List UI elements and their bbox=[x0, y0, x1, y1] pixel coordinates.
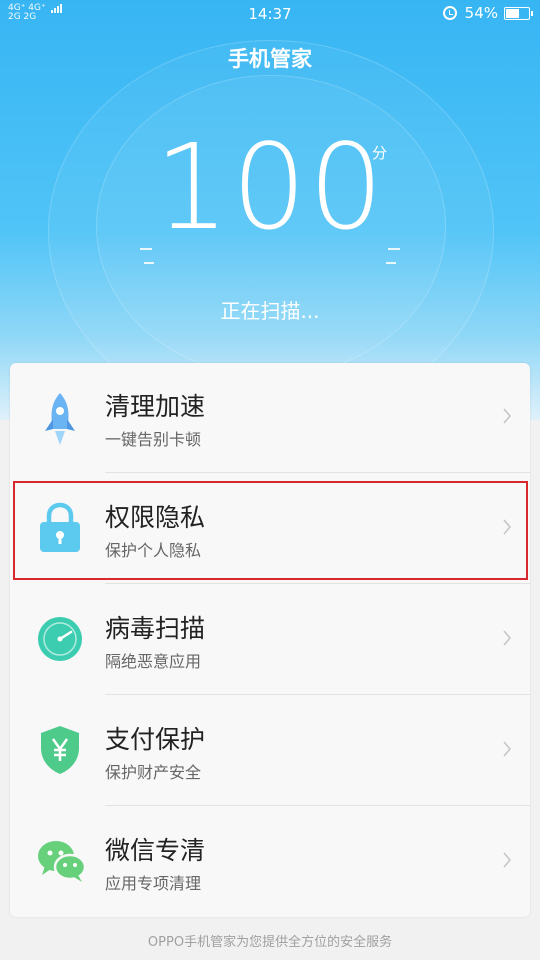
item-subtitle: 隔绝恶意应用 bbox=[105, 652, 202, 671]
score-unit: 分 bbox=[372, 144, 388, 162]
chevron-right-icon bbox=[503, 630, 511, 646]
chevron-right-icon bbox=[503, 852, 511, 868]
item-title: 微信专清 bbox=[105, 836, 206, 865]
item-subtitle: 保护财产安全 bbox=[105, 763, 202, 782]
item-title: 清理加速 bbox=[105, 392, 206, 421]
gauge-tick-left bbox=[140, 248, 152, 250]
gauge-tick-right bbox=[388, 248, 400, 250]
gauge-tick-left-2 bbox=[144, 262, 154, 264]
item-subtitle: 应用专项清理 bbox=[105, 874, 202, 893]
divider bbox=[105, 805, 530, 806]
divider bbox=[105, 472, 530, 473]
gauge-icon bbox=[36, 613, 84, 665]
scan-status: 正在扫描... bbox=[220, 299, 320, 323]
item-title: 病毒扫描 bbox=[105, 614, 206, 643]
divider bbox=[105, 583, 530, 584]
shield-yen-icon bbox=[36, 724, 84, 776]
list-item-virus-scan[interactable]: 病毒扫描 隔绝恶意应用 bbox=[10, 585, 530, 695]
battery-percentage: 54% bbox=[464, 4, 498, 22]
battery-icon bbox=[504, 6, 533, 20]
chevron-right-icon bbox=[503, 741, 511, 757]
list-item-wechat-clean[interactable]: 微信专清 应用专项清理 bbox=[10, 807, 530, 917]
item-title: 权限隐私 bbox=[105, 503, 206, 532]
footer-text: OPPO手机管家为您提供全方位的安全服务 bbox=[147, 935, 393, 950]
list-item-privacy[interactable]: 权限隐私 保护个人隐私 bbox=[10, 474, 530, 584]
item-subtitle: 保护个人隐私 bbox=[105, 541, 202, 560]
list-item-cleanup[interactable]: 清理加速 一键告别卡顿 bbox=[10, 363, 530, 473]
security-score: 100 bbox=[154, 118, 386, 256]
feature-list: 清理加速 一键告别卡顿 权限隐私 保护个人隐私 病毒扫描 隔绝恶意应用 支付保护… bbox=[10, 363, 530, 917]
wechat-icon bbox=[36, 835, 87, 887]
gauge-tick-right-2 bbox=[386, 262, 396, 264]
status-bar: 4G⁺ 4G⁺ 2G 2G 14:37 54% bbox=[0, 0, 540, 28]
chevron-right-icon bbox=[503, 408, 511, 424]
chevron-right-icon bbox=[503, 519, 511, 535]
item-title: 支付保护 bbox=[105, 725, 206, 754]
lock-icon bbox=[36, 502, 84, 554]
list-item-payment-protection[interactable]: 支付保护 保护财产安全 bbox=[10, 696, 530, 806]
page-title: 手机管家 bbox=[228, 47, 312, 71]
rocket-icon bbox=[36, 391, 84, 445]
item-subtitle: 一键告别卡顿 bbox=[105, 430, 202, 449]
alarm-icon bbox=[442, 6, 457, 20]
divider bbox=[105, 694, 530, 695]
